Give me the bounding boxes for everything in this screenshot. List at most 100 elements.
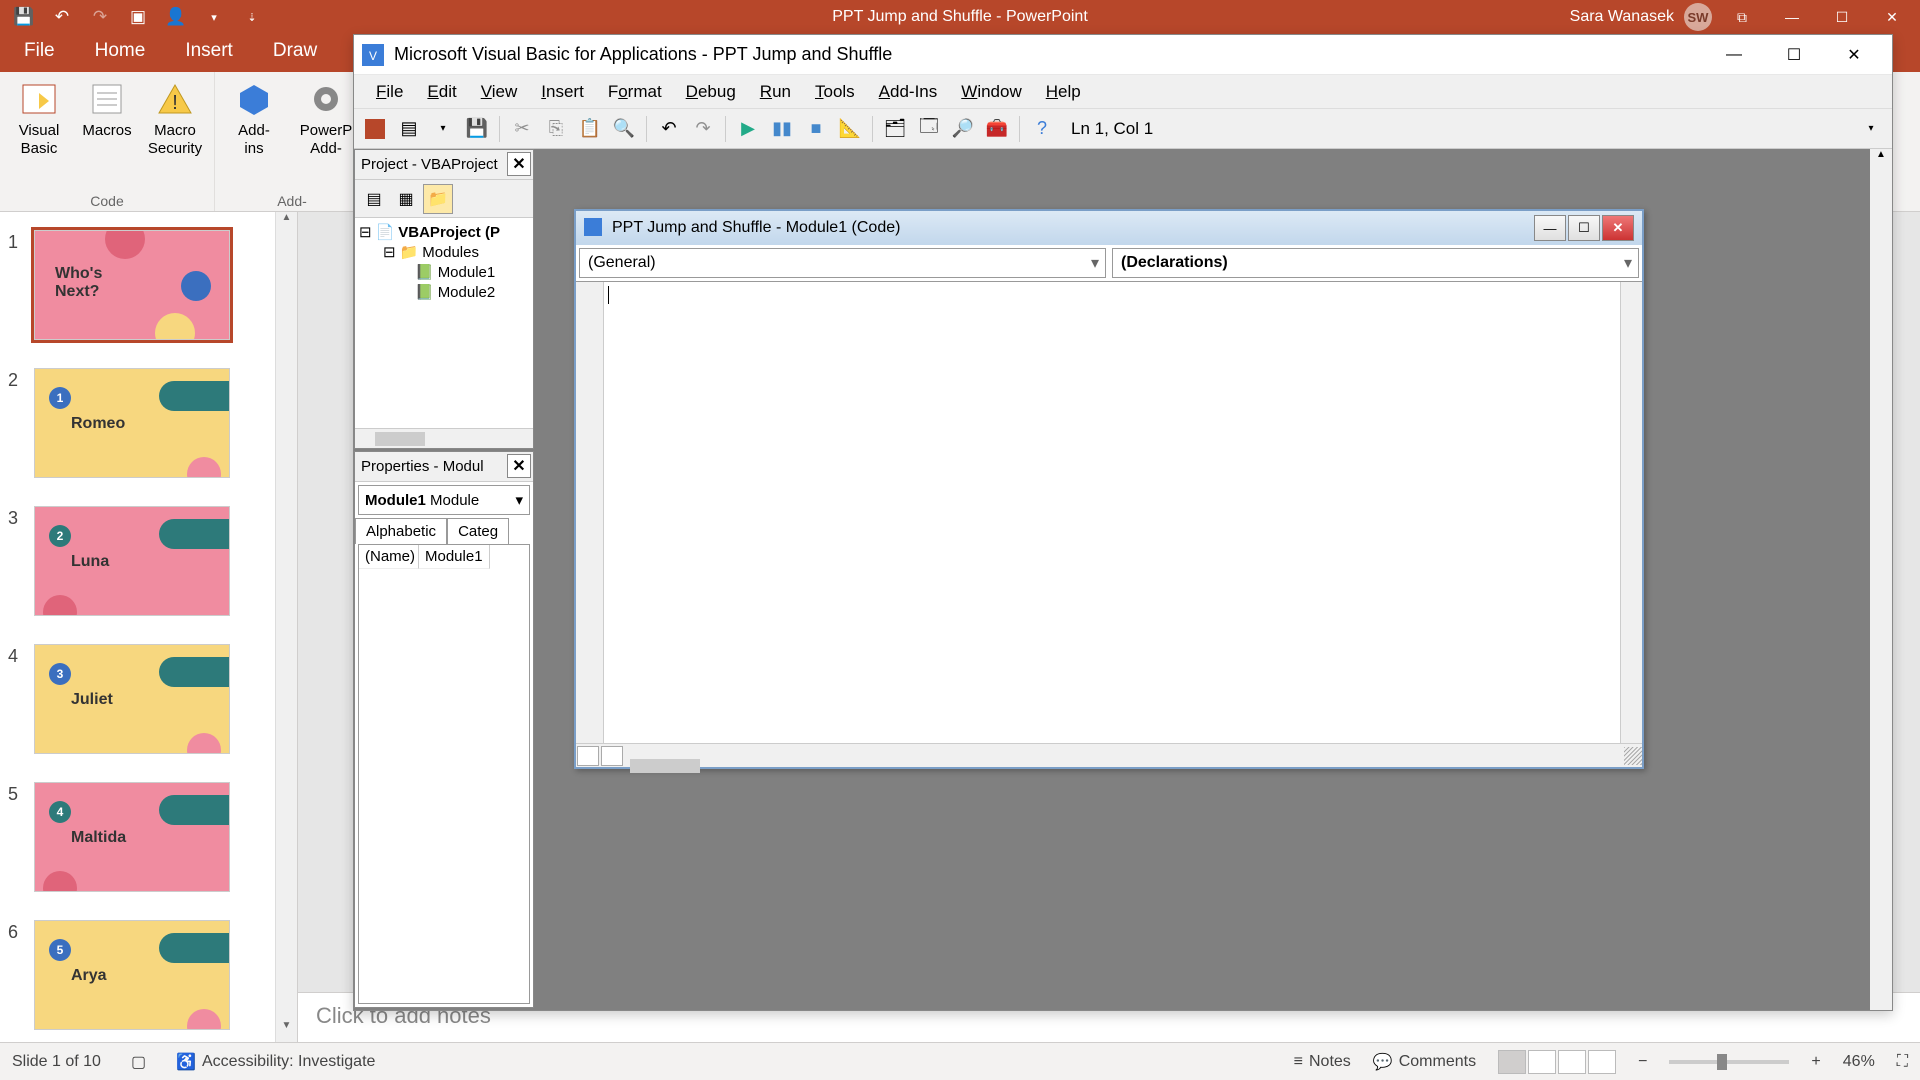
code-close-button[interactable]: ✕ <box>1602 215 1634 241</box>
copy-icon[interactable]: ⎘ <box>541 114 571 144</box>
break-icon[interactable]: ▮▮ <box>767 114 797 144</box>
fit-to-window-button[interactable]: ⛶ <box>1897 1053 1908 1071</box>
help-icon[interactable]: ? <box>1027 114 1057 144</box>
slideshow-button[interactable] <box>1588 1050 1616 1074</box>
paste-icon[interactable]: 📋 <box>575 114 605 144</box>
qat-dropdown-icon[interactable]: ▾ <box>204 7 224 27</box>
scroll-up-icon[interactable]: ▲ <box>276 212 297 234</box>
cut-icon[interactable]: ✂ <box>507 114 537 144</box>
menu-tools[interactable]: Tools <box>805 78 865 106</box>
slide-scrollbar[interactable]: ▲ ▼ <box>275 212 297 1042</box>
run-icon[interactable]: ▶ <box>733 114 763 144</box>
toolbox-icon[interactable]: 🧰 <box>982 114 1012 144</box>
dropdown-icon[interactable]: ▾ <box>428 114 458 144</box>
qat-customize-icon[interactable]: ⇣ <box>242 7 262 27</box>
slide-thumbnail[interactable]: Romeo1 <box>34 368 230 478</box>
slide-list[interactable]: 1Who's Next?2Romeo13Luna24Juliet35Maltid… <box>0 212 275 1042</box>
slide-thumb-1[interactable]: 1Who's Next? <box>8 230 275 340</box>
insert-module-icon[interactable]: ▤ <box>394 114 424 144</box>
project-hscroll[interactable] <box>355 428 533 448</box>
reset-icon[interactable]: ■ <box>801 114 831 144</box>
user-name[interactable]: Sara Wanasek <box>1570 8 1674 26</box>
zoom-out-button[interactable]: − <box>1638 1053 1647 1071</box>
slide-thumbnail[interactable]: Arya5 <box>34 920 230 1030</box>
vba-minimize-button[interactable]: — <box>1704 35 1764 75</box>
zoom-level[interactable]: 46% <box>1843 1053 1875 1071</box>
close-button[interactable]: ✕ <box>1872 0 1912 34</box>
code-window-titlebar[interactable]: PPT Jump and Shuffle - Module1 (Code) — … <box>576 211 1642 245</box>
scroll-up-icon[interactable]: ▲ <box>1870 149 1892 171</box>
design-mode-icon[interactable]: 📐 <box>835 114 865 144</box>
properties-panel-close-icon[interactable]: ✕ <box>507 454 531 478</box>
procedure-view-button[interactable] <box>577 746 599 766</box>
prop-name-value[interactable]: Module1 <box>419 545 490 569</box>
view-code-icon[interactable]: ▤ <box>359 184 389 214</box>
touch-mode-icon[interactable]: 👤 <box>166 7 186 27</box>
code-editor[interactable] <box>604 282 1620 743</box>
slide-thumb-3[interactable]: 3Luna2 <box>8 506 275 616</box>
code-maximize-button[interactable]: ☐ <box>1568 215 1600 241</box>
notes-toggle[interactable]: ≡ Notes <box>1294 1053 1351 1071</box>
macros-button[interactable]: Macros <box>76 78 138 158</box>
menu-addins[interactable]: Add-Ins <box>869 78 948 106</box>
slide-thumb-6[interactable]: 6Arya5 <box>8 920 275 1030</box>
project-panel-header[interactable]: Project - VBAProject ✕ <box>355 150 533 180</box>
menu-edit[interactable]: Edit <box>417 78 466 106</box>
full-module-view-button[interactable] <box>601 746 623 766</box>
menu-insert[interactable]: Insert <box>531 78 594 106</box>
object-dropdown[interactable]: (General) <box>579 248 1106 278</box>
code-minimize-button[interactable]: — <box>1534 215 1566 241</box>
toolbar-options-icon[interactable]: ▾ <box>1856 114 1886 144</box>
save-icon[interactable]: 💾 <box>14 7 34 27</box>
resize-grip[interactable] <box>1624 747 1642 765</box>
scroll-down-icon[interactable]: ▼ <box>276 1020 297 1042</box>
menu-debug[interactable]: Debug <box>676 78 746 106</box>
menu-window[interactable]: Window <box>951 78 1031 106</box>
redo-icon[interactable]: ↷ <box>90 7 110 27</box>
undo-icon[interactable]: ↶ <box>52 7 72 27</box>
slide-thumb-2[interactable]: 2Romeo1 <box>8 368 275 478</box>
tree-item-module2[interactable]: 📗Module2 <box>359 282 529 302</box>
minimize-button[interactable]: — <box>1772 0 1812 34</box>
undo-icon[interactable]: ↶ <box>654 114 684 144</box>
project-panel-close-icon[interactable]: ✕ <box>507 152 531 176</box>
macro-security-button[interactable]: ! Macro Security <box>144 78 206 158</box>
vba-maximize-button[interactable]: ☐ <box>1764 35 1824 75</box>
tree-item-module1[interactable]: 📗Module1 <box>359 262 529 282</box>
project-explorer-icon[interactable]: 🗂 <box>880 114 910 144</box>
vba-close-button[interactable]: ✕ <box>1824 35 1884 75</box>
project-tree[interactable]: ⊟📄VBAProject (P ⊟📁Modules 📗Module1 📗Modu… <box>355 218 533 306</box>
menu-run[interactable]: Run <box>750 78 801 106</box>
slide-thumbnail[interactable]: Who's Next? <box>34 230 230 340</box>
tab-categorized[interactable]: Categ <box>447 518 509 544</box>
view-powerpoint-icon[interactable] <box>360 114 390 144</box>
slide-thumbnail[interactable]: Luna2 <box>34 506 230 616</box>
comments-toggle[interactable]: 💬 Comments <box>1373 1052 1476 1072</box>
menu-format[interactable]: Format <box>598 78 672 106</box>
visual-basic-button[interactable]: Visual Basic <box>8 78 70 158</box>
properties-panel-header[interactable]: Properties - Modul ✕ <box>355 452 533 482</box>
slide-thumbnail[interactable]: Juliet3 <box>34 644 230 754</box>
menu-view[interactable]: View <box>471 78 528 106</box>
redo-icon[interactable]: ↷ <box>688 114 718 144</box>
normal-view-button[interactable] <box>1498 1050 1526 1074</box>
user-avatar[interactable]: SW <box>1684 3 1712 31</box>
find-icon[interactable]: 🔍 <box>609 114 639 144</box>
ribbon-options-icon[interactable]: ⧉ <box>1722 0 1762 34</box>
zoom-slider[interactable] <box>1669 1060 1789 1064</box>
code-vscroll[interactable] <box>1620 282 1642 743</box>
tab-insert[interactable]: Insert <box>165 32 253 72</box>
toggle-folders-icon[interactable]: 📁 <box>423 184 453 214</box>
properties-window-icon[interactable]: 🗔 <box>914 114 944 144</box>
tab-draw[interactable]: Draw <box>253 32 337 72</box>
tab-file[interactable]: File <box>0 32 75 72</box>
reading-view-button[interactable] <box>1558 1050 1586 1074</box>
slide-thumb-4[interactable]: 4Juliet3 <box>8 644 275 754</box>
powerpoint-addins-button[interactable]: PowerP Add- <box>291 78 361 158</box>
tab-home[interactable]: Home <box>75 32 166 72</box>
menu-file[interactable]: File <box>366 78 413 106</box>
vba-titlebar[interactable]: V Microsoft Visual Basic for Application… <box>354 35 1892 75</box>
menu-help[interactable]: Help <box>1036 78 1091 106</box>
slide-number-status[interactable]: Slide 1 of 10 <box>12 1053 101 1071</box>
mdi-vscroll[interactable]: ▲ <box>1870 149 1892 1010</box>
